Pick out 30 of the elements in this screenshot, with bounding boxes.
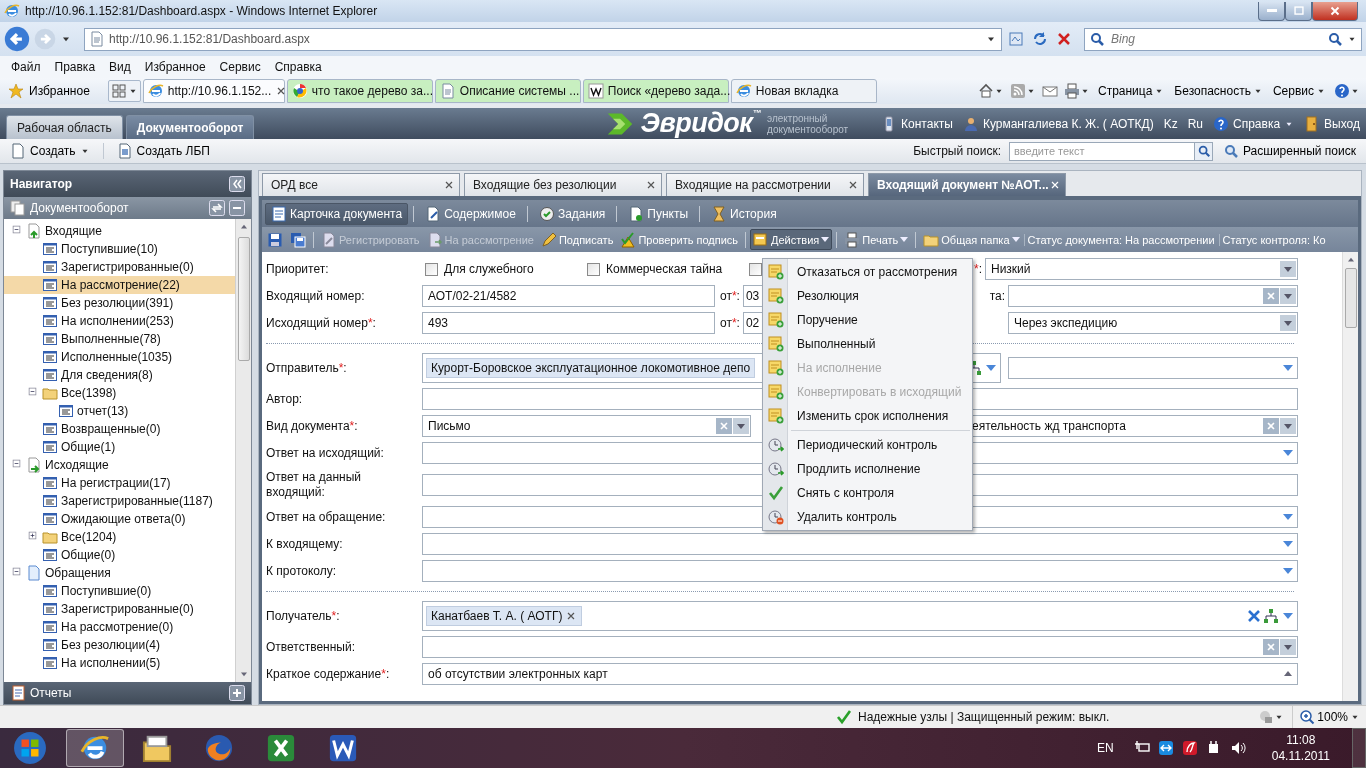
field-label: Получатель*: — [266, 608, 341, 624]
field-label: К входящему: — [266, 536, 344, 552]
field-label: Входящий номер: — [266, 288, 366, 304]
status-text: Статус документа: На рассмотрении — [1023, 233, 1218, 246]
field-label: Ответ на исходящий: — [266, 445, 385, 461]
field-label: от*: — [720, 289, 740, 303]
logo-tagline: электронный документооборот — [767, 112, 850, 135]
status-text: Статус контроля: Ко — [1218, 233, 1329, 246]
logo-text: Эвридок$^{™}$ — [640, 108, 762, 139]
sender-tag: Курорт-Боровское эксплуатационное локомотивное депо — [426, 358, 756, 378]
field-label: Ответ на обращение: — [266, 509, 387, 525]
field-label: Краткое содержание*: — [266, 666, 391, 682]
field-label: Вид документа*: — [266, 418, 359, 434]
field-label: Ответ на данный входящий: — [266, 470, 363, 500]
section-title: Отчеты — [30, 686, 73, 700]
field-label: Исходящий номер*: — [266, 315, 377, 331]
field-label: Отправитель*: — [266, 360, 348, 376]
status-text: Надежные узлы | Защищенный режим: выкл. — [858, 710, 1111, 724]
field-label: К протоколу: — [266, 563, 338, 579]
field-label: та: — [989, 289, 1005, 303]
field-label: от*: — [720, 316, 740, 330]
recipient-tag: Канатбаев Т. А. ( АОТГ) — [426, 606, 583, 626]
field-label: Ответственный: — [266, 639, 357, 655]
field-label: Автор: — [266, 391, 304, 407]
field-label: Приоритет: — [266, 261, 330, 277]
field-label: *: — [974, 262, 982, 276]
section-title: Документооборот — [30, 201, 130, 215]
quick-search-label: Быстрый поиск: — [913, 144, 1001, 158]
window-title: http://10.96.1.152:81/Dashboard.aspx - Windows Internet Explorer — [25, 4, 379, 18]
panel-title: Навигатор — [10, 177, 73, 191]
